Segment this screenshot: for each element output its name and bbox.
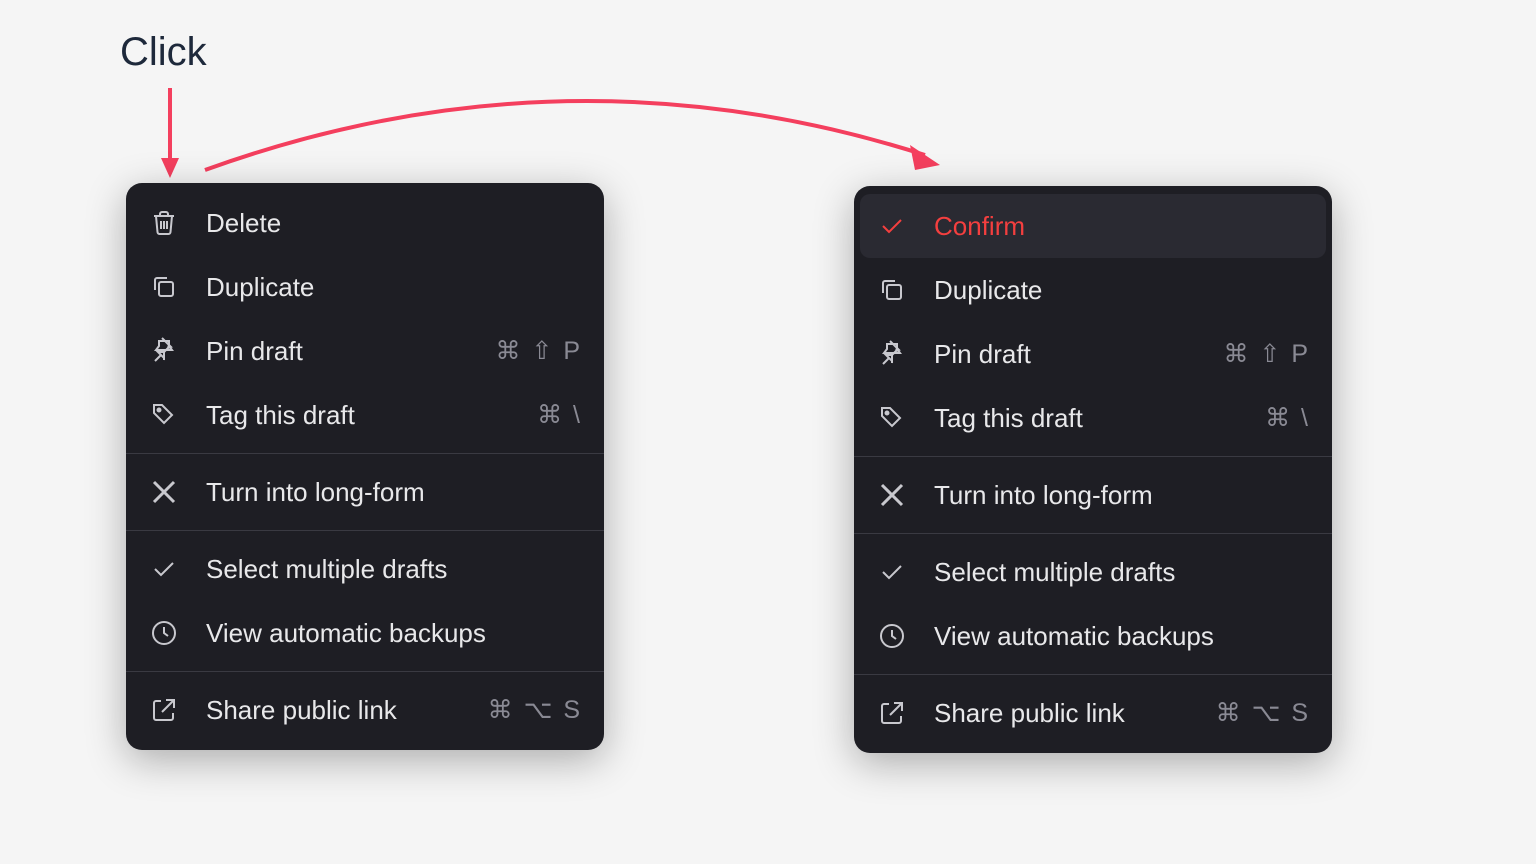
- pin-icon: [876, 338, 908, 370]
- menu-divider: [126, 671, 604, 672]
- share-link-menu-item[interactable]: Share public link ⌘ ⌥ S: [126, 678, 604, 742]
- clock-icon: [876, 620, 908, 652]
- menu-item-label: Share public link: [934, 698, 1190, 729]
- menu-divider: [854, 533, 1332, 534]
- menu-item-label: Turn into long-form: [934, 480, 1284, 511]
- menu-divider: [854, 674, 1332, 675]
- click-annotation-label: Click: [120, 30, 207, 75]
- menu-item-label: Select multiple drafts: [934, 557, 1284, 588]
- share-link-menu-item[interactable]: Share public link ⌘ ⌥ S: [854, 681, 1332, 745]
- delete-menu-item[interactable]: Delete: [126, 191, 604, 255]
- menu-item-label: Pin draft: [206, 336, 469, 367]
- context-menu-before: Delete Duplicate Pin draft ⌘ ⇧ P Tag thi…: [126, 183, 604, 750]
- view-backups-menu-item[interactable]: View automatic backups: [126, 601, 604, 665]
- menu-item-shortcut: ⌘ \: [1265, 403, 1310, 433]
- arrow-down-icon: [155, 88, 185, 178]
- menu-item-label: Share public link: [206, 695, 462, 726]
- menu-item-shortcut: ⌘ ⌥ S: [488, 695, 582, 725]
- menu-item-shortcut: ⌘ ⌥ S: [1216, 698, 1310, 728]
- pin-icon: [148, 335, 180, 367]
- menu-item-shortcut: ⌘ \: [537, 400, 582, 430]
- check-icon: [876, 210, 908, 242]
- view-backups-menu-item[interactable]: View automatic backups: [854, 604, 1332, 668]
- menu-item-label: Tag this draft: [206, 400, 511, 431]
- menu-divider: [126, 530, 604, 531]
- clock-icon: [148, 617, 180, 649]
- menu-item-label: Tag this draft: [934, 403, 1239, 434]
- menu-item-shortcut: ⌘ ⇧ P: [495, 336, 582, 366]
- menu-item-shortcut: ⌘ ⇧ P: [1223, 339, 1310, 369]
- copy-icon: [876, 274, 908, 306]
- menu-item-label: Duplicate: [934, 275, 1284, 306]
- tag-draft-menu-item[interactable]: Tag this draft ⌘ \: [854, 386, 1332, 450]
- menu-item-label: View automatic backups: [934, 621, 1284, 652]
- trash-icon: [148, 207, 180, 239]
- select-multiple-menu-item[interactable]: Select multiple drafts: [854, 540, 1332, 604]
- confirm-menu-item[interactable]: Confirm: [860, 194, 1326, 258]
- turn-longform-menu-item[interactable]: Turn into long-form: [854, 463, 1332, 527]
- duplicate-menu-item[interactable]: Duplicate: [854, 258, 1332, 322]
- menu-item-label: Turn into long-form: [206, 477, 556, 508]
- x-logo-icon: [876, 479, 908, 511]
- pin-draft-menu-item[interactable]: Pin draft ⌘ ⇧ P: [126, 319, 604, 383]
- tag-icon: [876, 402, 908, 434]
- external-link-icon: [148, 694, 180, 726]
- turn-longform-menu-item[interactable]: Turn into long-form: [126, 460, 604, 524]
- x-logo-icon: [148, 476, 180, 508]
- menu-item-label: Pin draft: [934, 339, 1197, 370]
- menu-divider: [126, 453, 604, 454]
- arrow-curved-icon: [185, 80, 955, 180]
- context-menu-after: Confirm Duplicate Pin draft ⌘ ⇧ P Tag th…: [854, 186, 1332, 753]
- menu-divider: [854, 456, 1332, 457]
- menu-item-label: Delete: [206, 208, 556, 239]
- menu-item-label: Select multiple drafts: [206, 554, 556, 585]
- copy-icon: [148, 271, 180, 303]
- select-multiple-menu-item[interactable]: Select multiple drafts: [126, 537, 604, 601]
- tag-icon: [148, 399, 180, 431]
- menu-item-label: Duplicate: [206, 272, 556, 303]
- menu-item-label: View automatic backups: [206, 618, 556, 649]
- duplicate-menu-item[interactable]: Duplicate: [126, 255, 604, 319]
- menu-item-label: Confirm: [934, 211, 1284, 242]
- check-icon: [876, 556, 908, 588]
- tag-draft-menu-item[interactable]: Tag this draft ⌘ \: [126, 383, 604, 447]
- external-link-icon: [876, 697, 908, 729]
- pin-draft-menu-item[interactable]: Pin draft ⌘ ⇧ P: [854, 322, 1332, 386]
- check-icon: [148, 553, 180, 585]
